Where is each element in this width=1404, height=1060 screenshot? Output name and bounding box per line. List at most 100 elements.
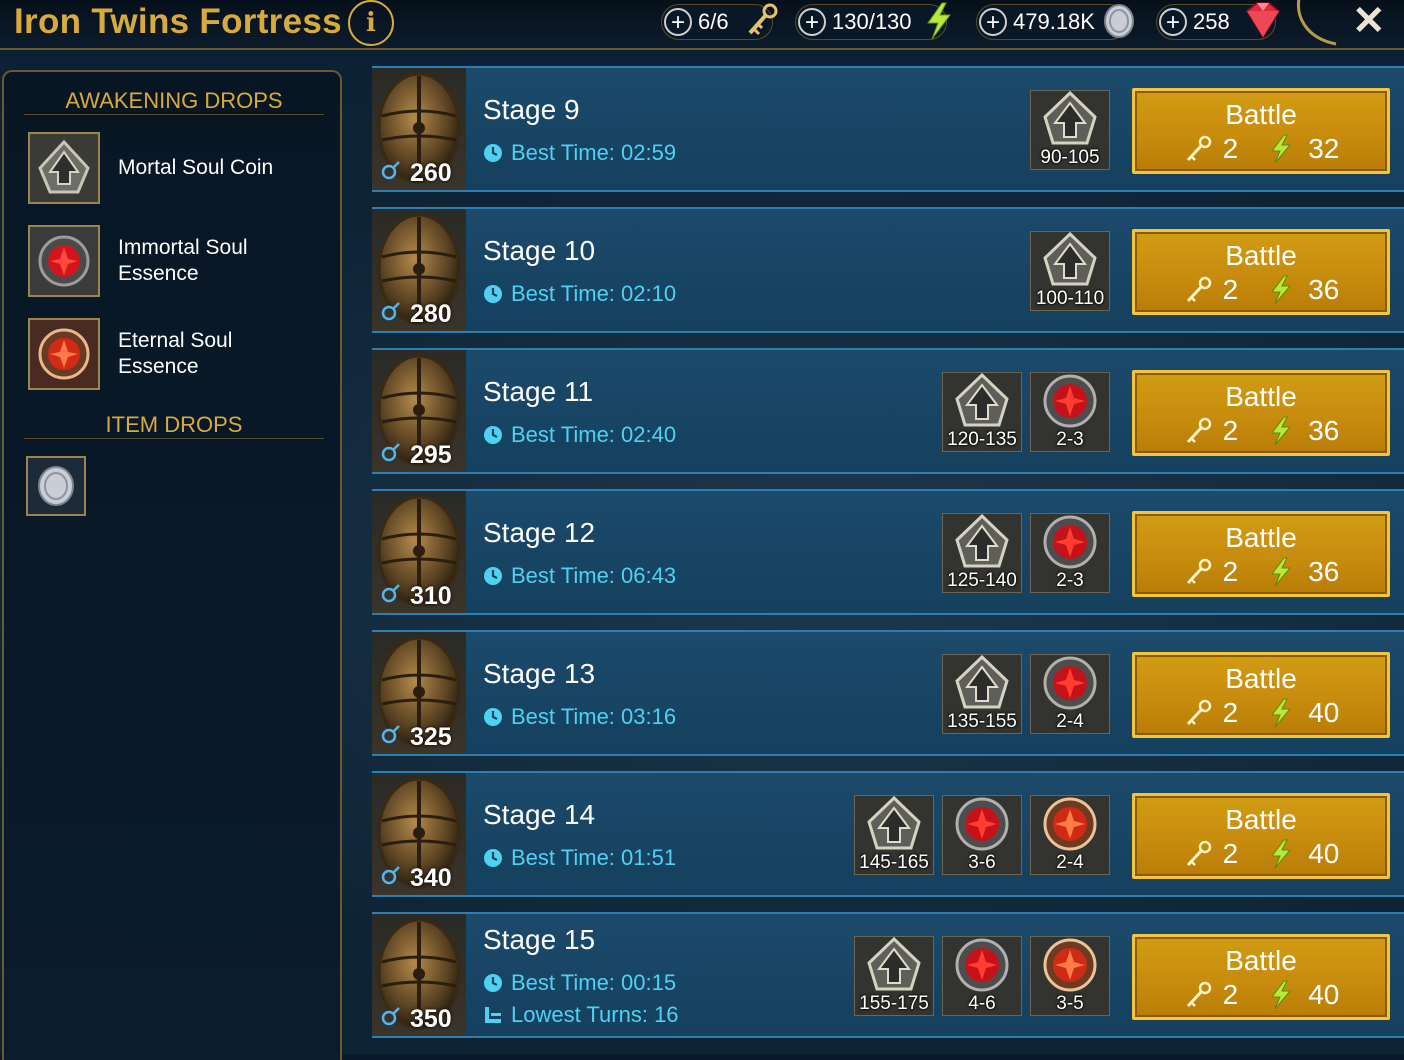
power-icon <box>380 1005 410 1034</box>
stage-name: Stage 15 <box>483 924 596 955</box>
gem-icon <box>1246 2 1280 39</box>
reward-mortal-soul-coin[interactable]: 135-155 <box>942 654 1022 734</box>
battle-button[interactable]: Battle 2 36 <box>1132 229 1390 315</box>
battle-label: Battle <box>1225 381 1297 412</box>
item-drop-silver[interactable] <box>26 456 86 516</box>
drop-item-label: Immortal Soul Essence <box>118 236 248 285</box>
battle-cost: 2 36 <box>1135 556 1387 588</box>
battle-button[interactable]: Battle 2 36 <box>1132 511 1390 597</box>
reward-quantity: 2-4 <box>1056 711 1084 732</box>
keys-value: 6/6 <box>698 9 729 34</box>
boss-portrait: 260 <box>372 68 466 190</box>
eternal-soul-essence-icon <box>28 318 100 390</box>
add-energy-button[interactable]: + <box>798 8 826 36</box>
immortal-soul-essence-icon <box>28 225 100 297</box>
boss-portrait: 310 <box>372 491 466 613</box>
best-time-value: Best Time: 02:40 <box>511 422 677 447</box>
energy-cost: 36 <box>1308 556 1340 587</box>
reward-mortal-soul-coin[interactable]: 155-175 <box>854 936 934 1016</box>
battle-label: Battle <box>1225 804 1297 835</box>
stage-row[interactable]: 350 Stage 15 Best Time: 00:15 Lowest Turns:… <box>372 912 1404 1038</box>
energy-icon <box>1238 980 1308 1010</box>
drop-item-mortal-soul-coin[interactable]: Mortal Soul Coin <box>28 132 318 204</box>
power-icon <box>380 300 410 329</box>
info-icon[interactable]: i <box>348 0 394 46</box>
add-keys-button[interactable]: + <box>664 8 692 36</box>
reward-mortal-soul-coin[interactable]: 90-105 <box>1030 90 1110 170</box>
stage-name: Stage 10 <box>483 235 596 266</box>
close-icon[interactable]: ✕ <box>1352 0 1386 44</box>
reward-eternal-soul-essence[interactable]: 3-5 <box>1030 936 1110 1016</box>
reward-eternal-soul-essence[interactable]: 2-4 <box>1030 795 1110 875</box>
boss-portrait: 325 <box>372 632 466 754</box>
power-icon <box>380 582 410 611</box>
stage-power: 310 <box>380 582 452 611</box>
stage-power: 325 <box>380 723 452 752</box>
battle-button[interactable]: Battle 2 40 <box>1132 934 1390 1020</box>
reward-quantity: 3-6 <box>968 852 996 873</box>
battle-button[interactable]: Battle 2 40 <box>1132 793 1390 879</box>
reward-quantity: 4-6 <box>968 993 996 1014</box>
best-time: Best Time: 00:15 <box>483 970 676 996</box>
lowest-turns-value: Lowest Turns: 16 <box>511 1002 679 1027</box>
reward-quantity: 120-135 <box>947 429 1017 450</box>
clock-icon <box>483 566 511 586</box>
battle-button[interactable]: Battle 2 36 <box>1132 370 1390 456</box>
reward-quantity: 155-175 <box>859 993 929 1014</box>
reward-mortal-soul-coin[interactable]: 100-110 <box>1030 231 1110 311</box>
best-time: Best Time: 02:40 <box>483 422 676 448</box>
energy-cost: 40 <box>1308 979 1340 1010</box>
stage-power: 350 <box>380 1005 452 1034</box>
reward-quantity: 2-3 <box>1056 570 1084 591</box>
reward-immortal-soul-essence[interactable]: 2-4 <box>1030 654 1110 734</box>
stage-name: Stage 14 <box>483 799 596 830</box>
best-time: Best Time: 02:59 <box>483 140 676 166</box>
drop-item-eternal-soul-essence[interactable]: Eternal Soul Essence <box>28 318 318 390</box>
page-title: Iron Twins Fortress <box>14 2 342 41</box>
power-icon <box>380 864 410 893</box>
reward-mortal-soul-coin[interactable]: 120-135 <box>942 372 1022 452</box>
awakening-drops-title: AWAKENING DROPS <box>65 88 283 113</box>
stage-row[interactable]: 340 Stage 14 Best Time: 01:51 145-165 3-6 2-4… <box>372 771 1404 897</box>
energy-cost: 36 <box>1308 415 1340 446</box>
stage-name: Stage 12 <box>483 517 596 548</box>
mortal-soul-coin-icon <box>28 132 100 204</box>
battle-cost: 2 40 <box>1135 838 1387 870</box>
drop-item-immortal-soul-essence[interactable]: Immortal Soul Essence <box>28 225 318 297</box>
boss-portrait: 340 <box>372 773 466 895</box>
boss-portrait: 350 <box>372 914 466 1036</box>
reward-mortal-soul-coin[interactable]: 145-165 <box>854 795 934 875</box>
reward-immortal-soul-essence[interactable]: 2-3 <box>1030 372 1110 452</box>
silver-coin-icon <box>1104 4 1134 38</box>
battle-button[interactable]: Battle 2 40 <box>1132 652 1390 738</box>
best-time-value: Best Time: 01:51 <box>511 845 677 870</box>
battle-button[interactable]: Battle 2 32 <box>1132 88 1390 174</box>
energy-cost: 36 <box>1308 274 1340 305</box>
reward-immortal-soul-essence[interactable]: 3-6 <box>942 795 1022 875</box>
add-silver-button[interactable]: + <box>979 8 1007 36</box>
key-icon <box>748 3 778 36</box>
key-cost: 2 <box>1222 838 1239 869</box>
key-cost: 2 <box>1222 274 1239 305</box>
drops-panel: AWAKENING DROPS Mortal Soul Coin Immorta… <box>2 70 342 1060</box>
reward-immortal-soul-essence[interactable]: 4-6 <box>942 936 1022 1016</box>
drop-item-label: Mortal Soul Coin <box>118 156 274 179</box>
reward-immortal-soul-essence[interactable]: 2-3 <box>1030 513 1110 593</box>
stage-row[interactable]: 280 Stage 10 Best Time: 02:10 100-110 Battle… <box>372 207 1404 333</box>
energy-icon <box>1238 839 1308 869</box>
reward-mortal-soul-coin[interactable]: 125-140 <box>942 513 1022 593</box>
stage-row[interactable]: 295 Stage 11 Best Time: 02:40 120-135 2-3 Bat… <box>372 348 1404 474</box>
stage-name: Stage 9 <box>483 94 580 125</box>
add-gems-button[interactable]: + <box>1159 8 1187 36</box>
key-cost: 2 <box>1222 979 1239 1010</box>
stage-name: Stage 11 <box>483 376 594 407</box>
reward-quantity: 145-165 <box>859 852 929 873</box>
stage-row[interactable]: 310 Stage 12 Best Time: 06:43 125-140 2-3 Bat… <box>372 489 1404 615</box>
clock-icon <box>483 707 511 727</box>
key-cost: 2 <box>1222 133 1239 164</box>
stage-row[interactable]: 325 Stage 13 Best Time: 03:16 135-155 2-4 Bat… <box>372 630 1404 756</box>
clock-icon <box>483 848 511 868</box>
top-bar: Iron Twins Fortress i + 6/6 + 130/130 + … <box>0 0 1404 50</box>
stage-power: 280 <box>380 300 452 329</box>
stage-row[interactable]: 260 Stage 9 Best Time: 02:59 90-105 Battle 2 3… <box>372 66 1404 192</box>
